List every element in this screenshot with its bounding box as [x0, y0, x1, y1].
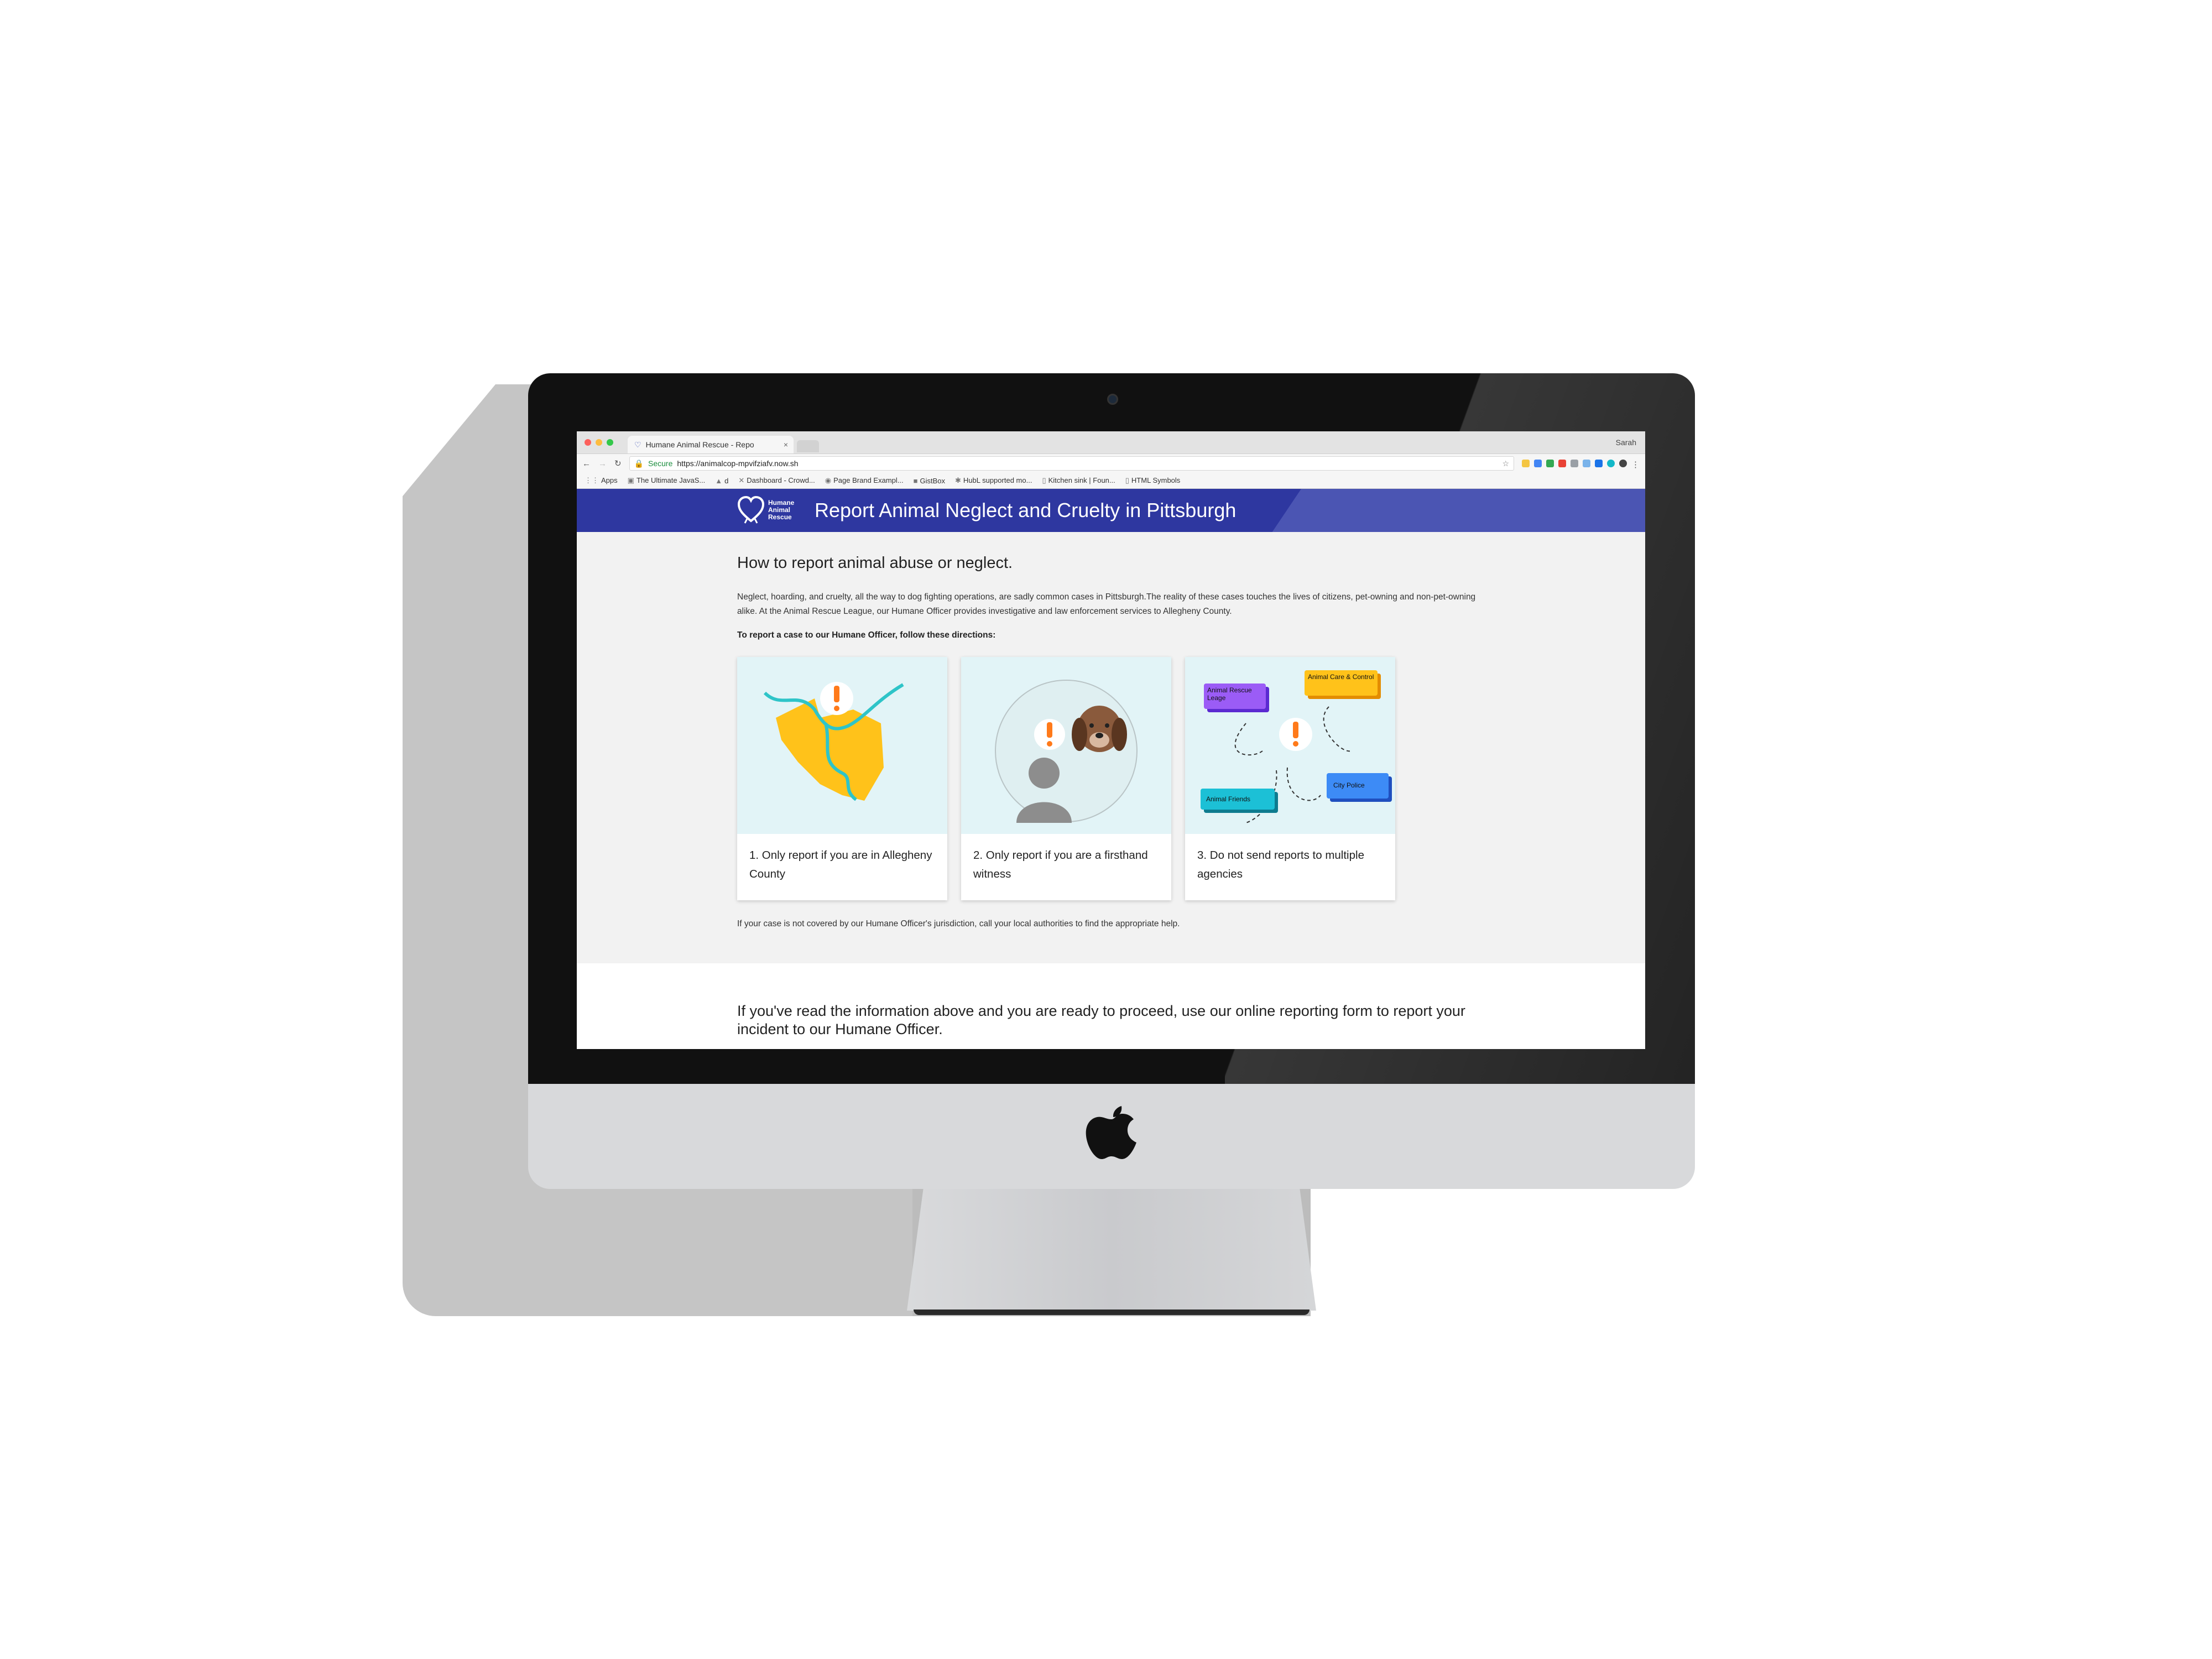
- url-text[interactable]: https://animalcop-mpvifziafv.now.sh: [677, 459, 798, 468]
- extension-icon[interactable]: [1619, 460, 1627, 467]
- drive-icon: ▲: [715, 476, 723, 485]
- bookmark-icon: ◉: [825, 476, 832, 484]
- apps-grid-icon: ⋮⋮: [585, 476, 599, 484]
- browser-toolbar: ← → ↻ 🔒 Secure https://animalcop-mpvifzi…: [577, 454, 1645, 473]
- menu-kebab-icon[interactable]: ⋮: [1631, 460, 1640, 469]
- page-icon: ▯: [1042, 476, 1046, 484]
- new-tab-button[interactable]: [797, 440, 819, 452]
- step-caption: 3. Do not send reports to multiple agenc…: [1197, 849, 1364, 880]
- extension-icon[interactable]: [1558, 460, 1566, 467]
- bookmark-item[interactable]: ▲ d: [715, 477, 728, 485]
- agencies-illustration: Animal Rescue Leage Animal Care & Contro…: [1185, 657, 1395, 834]
- imac-stand-base: [914, 1310, 1310, 1315]
- logo-text: Humane Animal Rescue: [768, 498, 795, 521]
- profile-name[interactable]: Sarah: [1616, 438, 1636, 447]
- gistbox-icon: ■: [913, 476, 918, 485]
- jurisdiction-note: If your case is not covered by our Human…: [737, 919, 1180, 928]
- agency-tag-arl: Animal Rescue Leage: [1207, 686, 1252, 702]
- bookmarks-bar: ⋮⋮ Apps ▣ The Ultimate JavaS... ▲ d ✕ Dashbo…: [577, 473, 1645, 489]
- extension-icon[interactable]: [1595, 460, 1603, 467]
- step-caption: 1. Only report if you are in Allegheny C…: [749, 849, 932, 880]
- address-bar[interactable]: 🔒 Secure https://animalcop-mpvifziafv.no…: [629, 456, 1514, 471]
- proceed-section: If you've read the information above and…: [577, 963, 1645, 1049]
- apple-logo-icon: [1086, 1106, 1136, 1159]
- step-card-1: 1. Only report if you are in Allegheny C…: [737, 657, 947, 900]
- step-card-2: 2. Only report if you are a firsthand wi…: [961, 657, 1171, 900]
- humane-animal-rescue-logo[interactable]: Humane Animal Rescue: [737, 495, 794, 524]
- heart-logo-icon: [737, 495, 765, 524]
- extension-icon[interactable]: [1534, 460, 1542, 467]
- proceed-text: If you've read the information above and…: [737, 1003, 1465, 1037]
- page-icon: ▯: [1125, 476, 1129, 484]
- close-window-button[interactable]: [585, 439, 591, 446]
- secure-label: Secure: [648, 459, 673, 468]
- main-content: How to report animal abuse or neglect. N…: [577, 532, 1645, 963]
- forward-arrow-icon[interactable]: →: [598, 459, 607, 468]
- hubspot-icon: ✱: [954, 476, 961, 484]
- agency-tag-city-police: City Police: [1333, 781, 1365, 789]
- site-header: Humane Animal Rescue Report Animal Negle…: [577, 489, 1645, 532]
- extension-icon[interactable]: [1522, 460, 1530, 467]
- directions-text: To report a case to our Humane Officer, …: [737, 630, 996, 640]
- extension-icon[interactable]: [1571, 460, 1578, 467]
- lock-icon: 🔒: [634, 458, 644, 468]
- tab-title: Humane Animal Rescue - Repo: [645, 440, 754, 449]
- bookmark-item[interactable]: ▣ The Ultimate JavaS...: [628, 476, 706, 485]
- extension-icon[interactable]: [1607, 460, 1615, 467]
- imac-stand: [907, 1189, 1316, 1311]
- webcam: [1107, 394, 1118, 405]
- agency-tag-animal-friends: Animal Friends: [1206, 795, 1251, 803]
- page-title: Report Animal Neglect and Cruelty in Pit…: [815, 499, 1237, 521]
- browser-tab[interactable]: ♡ Humane Animal Rescue - Repo ×: [628, 436, 794, 453]
- crowd-icon: ✕: [738, 476, 745, 484]
- bookmark-item[interactable]: ▯ Kitchen sink | Foun...: [1042, 476, 1115, 485]
- step-caption: 2. Only report if you are a firsthand wi…: [973, 849, 1148, 880]
- bookmark-apps[interactable]: ⋮⋮ Apps: [585, 476, 618, 485]
- star-icon[interactable]: ☆: [1502, 459, 1509, 468]
- extension-icon[interactable]: [1546, 460, 1554, 467]
- bookmark-item[interactable]: ✕ Dashboard - Crowd...: [738, 476, 815, 485]
- bookmark-icon: ▣: [627, 476, 634, 484]
- screen: ♡ Humane Animal Rescue - Repo × Sarah ← …: [577, 431, 1645, 1049]
- heart-favicon-icon: ♡: [634, 440, 641, 449]
- reload-icon[interactable]: ↻: [614, 458, 622, 468]
- intro-paragraph: Neglect, hoarding, and cruelty, all the …: [737, 592, 1476, 616]
- bookmark-item[interactable]: ◉ Page Brand Exampl...: [825, 476, 904, 485]
- extension-icon[interactable]: [1583, 460, 1590, 467]
- allegheny-county-map-illustration: [737, 657, 947, 834]
- bookmark-item[interactable]: ▯ HTML Symbols: [1125, 476, 1181, 485]
- bookmark-item[interactable]: ✱ HubL supported mo...: [955, 476, 1032, 485]
- browser-tab-strip: ♡ Humane Animal Rescue - Repo × Sarah: [577, 431, 1645, 454]
- back-arrow-icon[interactable]: ←: [582, 459, 591, 468]
- tab-close-icon[interactable]: ×: [784, 440, 788, 449]
- zoom-window-button[interactable]: [607, 439, 613, 446]
- minimize-window-button[interactable]: [596, 439, 602, 446]
- witness-illustration: [961, 657, 1171, 834]
- section-heading: How to report animal abuse or neglect.: [737, 554, 1013, 572]
- bookmark-item[interactable]: ■ GistBox: [914, 477, 945, 485]
- agency-tag-acc: Animal Care & Control: [1308, 673, 1374, 681]
- step-card-3: Animal Rescue Leage Animal Care & Contro…: [1185, 657, 1395, 900]
- extensions-area: ⋮: [1522, 460, 1640, 469]
